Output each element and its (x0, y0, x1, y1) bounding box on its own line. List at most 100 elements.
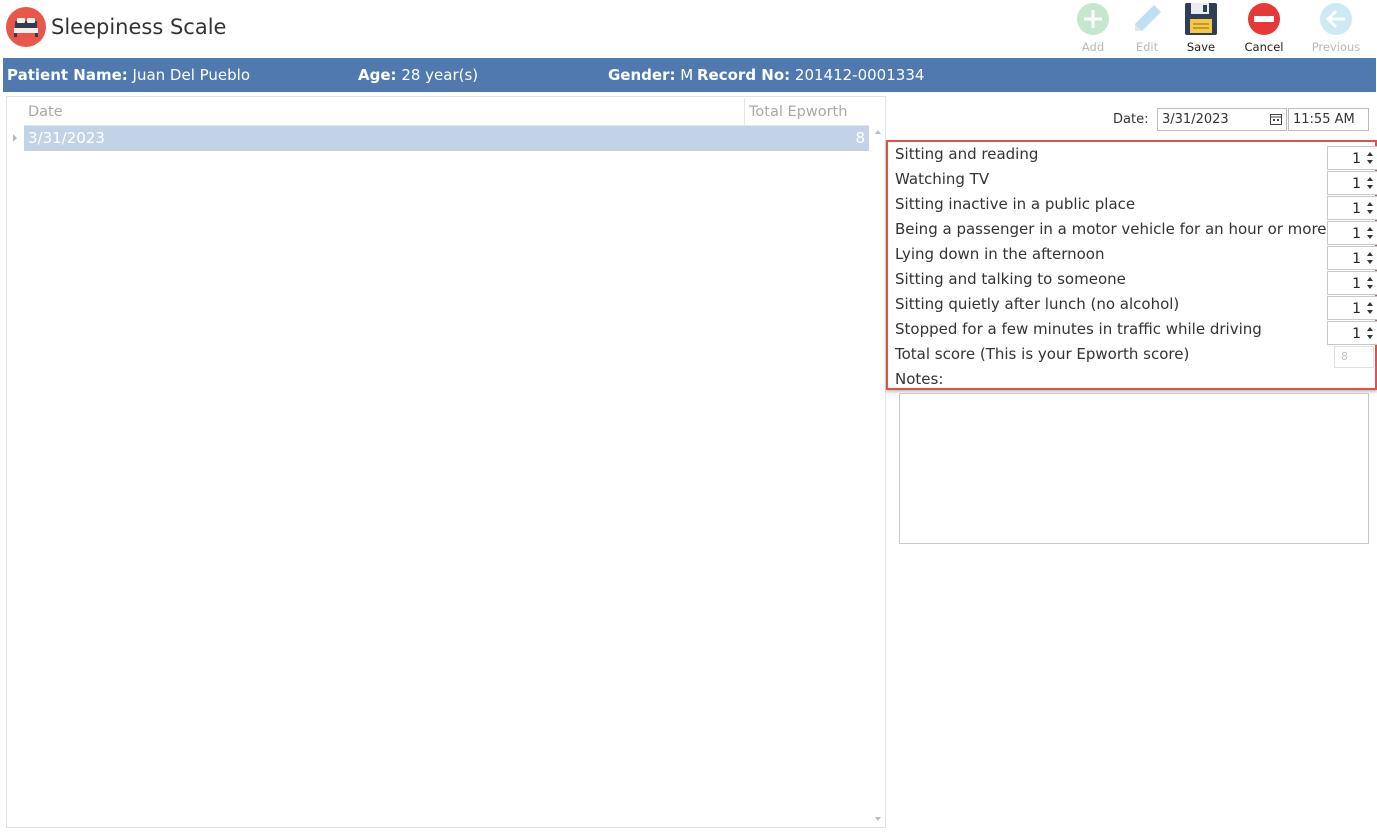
score-spinner[interactable]: 1 (1327, 246, 1377, 270)
column-divider (744, 98, 745, 125)
edit-label: Edit (1135, 40, 1159, 54)
column-header-date[interactable]: Date (28, 104, 63, 120)
question-row: Stopped for a few minutes in traffic whi… (895, 318, 1377, 345)
spin-down-icon[interactable] (1367, 260, 1373, 264)
question-label: Stopped for a few minutes in traffic whi… (895, 320, 1262, 338)
score-value: 1 (1352, 326, 1361, 342)
previous-label: Previous (1311, 40, 1361, 54)
patient-record-value: 201412-0001334 (794, 66, 925, 84)
question-row: Sitting and talking to someone 1 (895, 268, 1377, 295)
cell-date: 3/31/2023 (28, 129, 105, 147)
minus-circle-icon (1248, 3, 1280, 35)
score-spinner[interactable]: 1 (1327, 146, 1377, 170)
pencil-icon (1135, 5, 1161, 31)
save-label: Save (1186, 40, 1216, 54)
score-value: 1 (1352, 201, 1361, 217)
patient-record: Record No: 201412-0001334 (697, 66, 924, 84)
patient-name-value: Juan Del Pueblo (132, 66, 251, 84)
spin-up-icon[interactable] (1367, 327, 1373, 331)
patient-age-label: Age: (358, 66, 397, 84)
save-button[interactable]: Save (1173, 2, 1229, 54)
score-value: 1 (1352, 151, 1361, 167)
epworth-history-grid[interactable]: Date Total Epworth 3/31/2023 8 (6, 96, 886, 828)
cancel-label: Cancel (1244, 40, 1284, 54)
question-label: Sitting quietly after lunch (no alcohol) (895, 295, 1180, 313)
total-score-value: 8 (1341, 350, 1348, 363)
add-label: Add (1081, 40, 1105, 54)
add-button[interactable]: Add (1065, 2, 1121, 54)
date-picker[interactable]: 3/31/2023 (1157, 108, 1287, 131)
spin-down-icon[interactable] (1367, 185, 1373, 189)
notes-label: Notes: (895, 370, 944, 388)
patient-gender-label: Gender: (608, 66, 676, 84)
patient-record-label: Record No: (697, 66, 791, 84)
spin-down-icon[interactable] (1367, 210, 1373, 214)
cancel-button[interactable]: Cancel (1236, 2, 1292, 54)
question-row: Watching TV 1 (895, 168, 1377, 195)
spin-down-icon[interactable] (1367, 310, 1373, 314)
notes-textarea[interactable] (899, 393, 1369, 544)
score-value: 1 (1352, 276, 1361, 292)
table-row[interactable]: 3/31/2023 8 (24, 126, 869, 151)
scroll-down-icon[interactable] (875, 817, 881, 821)
notes-row: Notes: (895, 368, 1375, 393)
floppy-disk-icon (1185, 3, 1217, 35)
question-label: Sitting and talking to someone (895, 270, 1126, 288)
patient-age: Age: 28 year(s) (358, 66, 478, 84)
spin-up-icon[interactable] (1367, 302, 1373, 306)
patient-name: Patient Name: Juan Del Pueblo (7, 66, 250, 84)
previous-button[interactable]: Previous (1308, 2, 1364, 54)
column-header-total[interactable]: Total Epworth (749, 104, 847, 120)
spin-down-icon[interactable] (1367, 335, 1373, 339)
score-spinner[interactable]: 1 (1327, 221, 1377, 245)
spin-up-icon[interactable] (1367, 152, 1373, 156)
scroll-up-icon[interactable] (875, 130, 881, 134)
epworth-questions-panel: Sitting and reading 1 Watching TV 1 Sitt… (886, 140, 1377, 390)
question-row: Sitting quietly after lunch (no alcohol)… (895, 293, 1377, 320)
score-spinner[interactable]: 1 (1327, 196, 1377, 220)
score-spinner[interactable]: 1 (1327, 321, 1377, 345)
patient-info-bar: Patient Name: Juan Del Pueblo Age: 28 ye… (3, 58, 1376, 92)
patient-name-label: Patient Name: (7, 66, 128, 84)
question-label: Sitting and reading (895, 145, 1039, 163)
score-spinner[interactable]: 1 (1327, 296, 1377, 320)
page-title: Sleepiness Scale (51, 15, 227, 39)
time-value: 11:55 AM (1293, 112, 1355, 127)
total-score-field: 8 (1334, 346, 1374, 368)
spin-up-icon[interactable] (1367, 252, 1373, 256)
question-row: Lying down in the afternoon 1 (895, 243, 1377, 270)
time-picker[interactable]: 11:55 AM (1288, 108, 1369, 131)
row-indicator-icon (13, 134, 17, 142)
plus-circle-icon (1077, 3, 1109, 35)
spin-up-icon[interactable] (1367, 277, 1373, 281)
score-value: 1 (1352, 226, 1361, 242)
question-row: Sitting and reading 1 (895, 143, 1377, 170)
score-value: 1 (1352, 301, 1361, 317)
score-value: 1 (1352, 176, 1361, 192)
arrow-left-circle-icon (1320, 3, 1352, 35)
total-score-label: Total score (This is your Epworth score) (895, 345, 1190, 363)
spin-up-icon[interactable] (1367, 177, 1373, 181)
patient-age-value: 28 year(s) (401, 66, 479, 84)
question-row: Being a passenger in a motor vehicle for… (895, 218, 1377, 245)
patient-gender: Gender: M (608, 66, 693, 84)
question-label: Sitting inactive in a public place (895, 195, 1136, 213)
spin-down-icon[interactable] (1367, 285, 1373, 289)
date-value: 3/31/2023 (1162, 112, 1229, 127)
spin-down-icon[interactable] (1367, 235, 1373, 239)
date-label: Date: (1113, 112, 1149, 127)
grid-header: Date Total Epworth (24, 98, 869, 126)
spin-up-icon[interactable] (1367, 227, 1373, 231)
spin-down-icon[interactable] (1367, 160, 1373, 164)
total-score-row: Total score (This is your Epworth score)… (895, 343, 1375, 368)
edit-button[interactable]: Edit (1119, 2, 1175, 54)
question-label: Watching TV (895, 170, 990, 188)
spin-up-icon[interactable] (1367, 202, 1373, 206)
score-spinner[interactable]: 1 (1327, 271, 1377, 295)
score-spinner[interactable]: 1 (1327, 171, 1377, 195)
question-label: Being a passenger in a motor vehicle for… (895, 220, 1327, 238)
question-label: Lying down in the afternoon (895, 245, 1105, 263)
calendar-icon[interactable] (1270, 113, 1282, 125)
patient-gender-value: M (680, 66, 694, 84)
bed-icon (6, 7, 46, 47)
